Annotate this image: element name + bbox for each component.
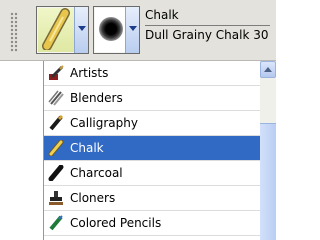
list-item-label: Artists (70, 66, 109, 80)
list-item-label: Calligraphy (70, 116, 138, 130)
category-dropdown-button[interactable] (74, 7, 88, 53)
blenders-icon (48, 90, 64, 106)
list-item-label: Chalk (70, 141, 104, 155)
calligraphy-pen-icon (48, 114, 64, 131)
chevron-down-icon (78, 26, 86, 31)
brush-variant-name: Dull Grainy Chalk 30 (145, 28, 269, 42)
scrollbar-thumb[interactable] (260, 123, 276, 240)
divider (145, 25, 270, 26)
list-item-chalk[interactable]: Chalk (44, 136, 261, 161)
chevron-down-icon (129, 26, 137, 31)
variant-dropdown-button[interactable] (125, 7, 139, 53)
list-item-label: Cloners (70, 191, 116, 205)
list-item-blenders[interactable]: Blenders (44, 86, 261, 111)
chalk-stick-icon (48, 139, 64, 157)
list-item-colored-pencils[interactable]: Colored Pencils (44, 211, 261, 236)
colored-pencil-icon (48, 215, 64, 231)
brush-selector-bar: Chalk Dull Grainy Chalk 30 (0, 0, 276, 61)
list-item-artists[interactable]: Artists (44, 61, 261, 86)
round-grainy-dab-icon (95, 8, 126, 52)
artists-brush-icon (48, 65, 64, 81)
list-item-calligraphy[interactable]: Calligraphy (44, 111, 261, 136)
list-item-charcoal[interactable]: Charcoal (44, 161, 261, 186)
toolbar-grip-handle[interactable] (10, 12, 18, 52)
chalk-stick-icon (38, 8, 75, 52)
brush-category-name: Chalk (145, 8, 179, 22)
list-item-cloners[interactable]: Cloners (44, 186, 261, 211)
brush-category-list[interactable]: Artists Blenders Calligraphy Chalk Charc… (43, 61, 276, 240)
list-item-label: Charcoal (70, 166, 123, 180)
chevron-up-icon (264, 67, 272, 72)
scroll-up-button[interactable] (260, 61, 276, 78)
brush-category-picker[interactable] (36, 6, 89, 54)
brush-variant-picker[interactable] (93, 6, 140, 54)
charcoal-stick-icon (48, 164, 64, 182)
cloners-stamp-icon (48, 190, 64, 206)
list-item-label: Blenders (70, 91, 123, 105)
list-item-label: Colored Pencils (70, 216, 162, 230)
vertical-scrollbar[interactable] (260, 61, 276, 240)
